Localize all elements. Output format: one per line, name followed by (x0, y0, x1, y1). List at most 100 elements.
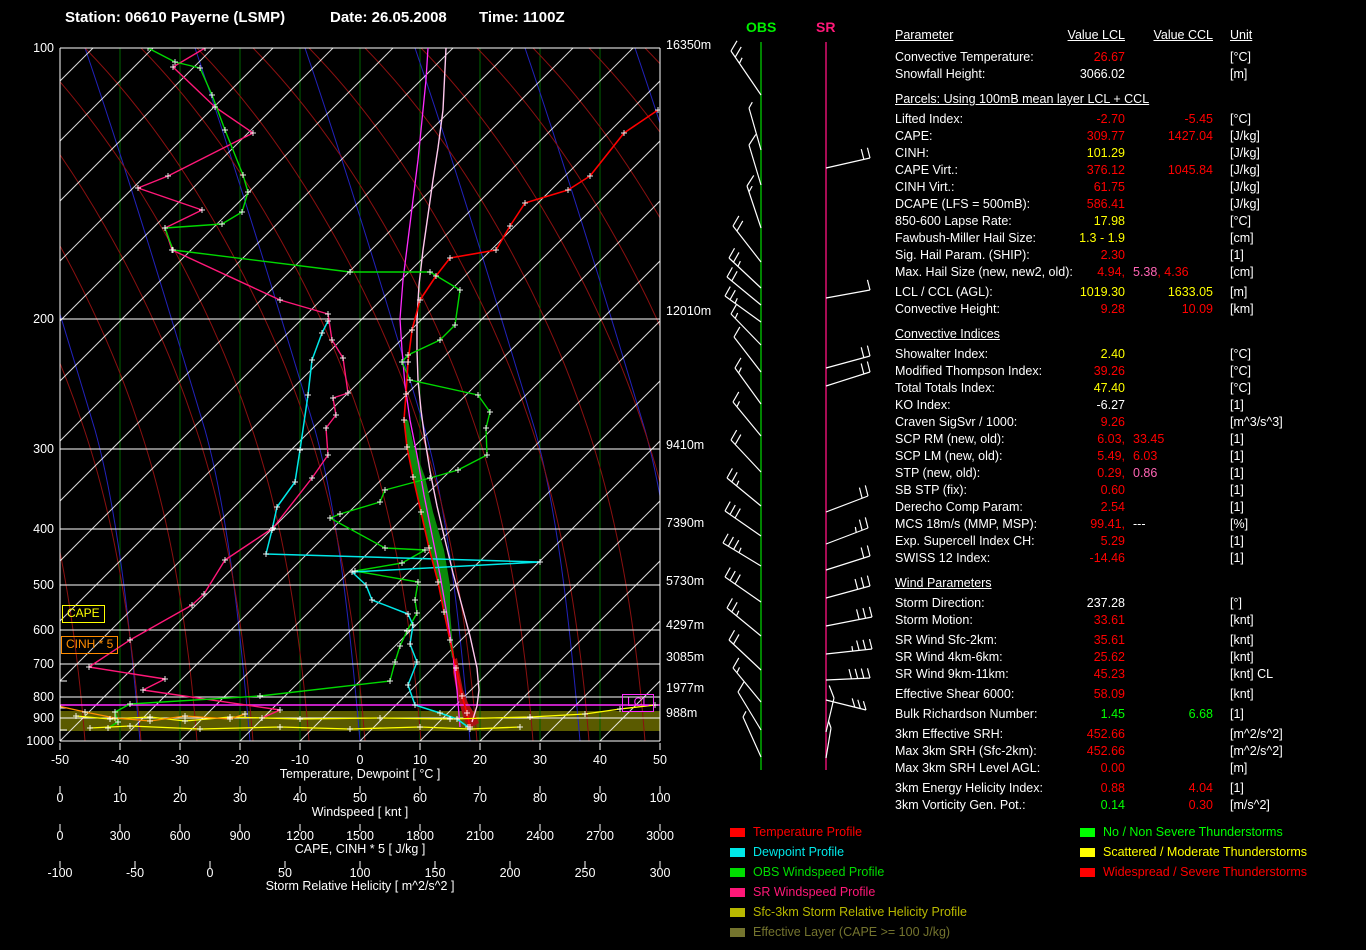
param-value-part: 2.40 (1101, 347, 1125, 361)
pressure-label: 1000 (26, 734, 54, 748)
dry-adiabat (85, 48, 365, 741)
pressure-label: 700 (33, 657, 54, 671)
axis-labels: 100200300400500600700800900100016350m120… (26, 38, 711, 893)
legend-label: OBS Windspeed Profile (753, 865, 884, 879)
wind-barb (826, 639, 872, 654)
param-value-lcl: 47.40 (1005, 381, 1125, 395)
param-unit: [knt] (1230, 613, 1254, 627)
param-value-lcl: 26.67 (1005, 50, 1125, 64)
param-value-extra: 5.38, 4.36 (1133, 265, 1189, 279)
wind-barb (826, 607, 872, 626)
windspeed-tick-label: 100 (650, 791, 671, 805)
param-value-lcl: 61.75 (1005, 180, 1125, 194)
param-value-lcl: 0.00 (1005, 761, 1125, 775)
param-label: CINH: (895, 146, 929, 160)
param-unit: [J/kg] (1230, 163, 1260, 177)
param-value-extra: 33.45 (1133, 432, 1164, 446)
param-label: Convective Indices (895, 327, 1000, 341)
height-label: 9410m (666, 438, 704, 452)
moist-adiabat (415, 48, 580, 741)
param-label: SR Wind Sfc-2km: (895, 633, 997, 647)
wind-barb (826, 485, 868, 512)
wind-barb (725, 568, 761, 602)
param-unit: [J/kg] (1230, 129, 1260, 143)
dry-adiabat (589, 48, 869, 741)
param-value-part: 101.29 (1087, 146, 1125, 160)
dry-adiabat (141, 48, 421, 741)
legend-label: Widespread / Severe Thunderstorms (1103, 865, 1307, 879)
legend-label: No / Non Severe Thunderstorms (1103, 825, 1283, 839)
param-value-part: 1633.05 (1168, 285, 1213, 299)
param-value-lcl: 45.23 (1005, 667, 1125, 681)
isotherm (180, 48, 873, 741)
param-value-lcl: 3066.02 (1005, 67, 1125, 81)
param-value-part: 39.26 (1094, 364, 1125, 378)
wind-barb-columns (723, 41, 872, 770)
param-unit: [knt] CL (1230, 667, 1273, 681)
param-value-ccl: 4.04 (1098, 781, 1213, 795)
param-value-part: 99.41, (1090, 517, 1125, 531)
legend-item: Effective Layer (CAPE >= 100 J/kg) (730, 925, 950, 939)
param-unit: [km] (1230, 302, 1254, 316)
param-value-lcl: 452.66 (1005, 744, 1125, 758)
param-unit: [1] (1230, 483, 1244, 497)
param-label: Showalter Index: (895, 347, 988, 361)
param-unit: [knt] (1230, 633, 1254, 647)
legend-item: Dewpoint Profile (730, 845, 844, 859)
windspeed-tick-label: 90 (593, 791, 607, 805)
param-unit: [1] (1230, 500, 1244, 514)
srh-tick-label: 100 (350, 866, 371, 880)
param-value-lcl: 4.94, (1005, 265, 1125, 279)
param-unit: [knt] (1230, 687, 1254, 701)
param-value-lcl: 35.61 (1005, 633, 1125, 647)
dry-adiabat (533, 48, 813, 741)
param-value-lcl: 39.26 (1005, 364, 1125, 378)
param-value-part: 586.41 (1087, 197, 1125, 211)
wind-barb (826, 576, 870, 598)
wind-barb (735, 358, 761, 404)
param-value-part: 5.29 (1101, 534, 1125, 548)
legend-swatch (730, 868, 745, 877)
temperature-axis-title: Temperature, Dewpoint [ °C ] (280, 767, 441, 781)
station-title: Station: 06610 Payerne (LSMP) (65, 9, 285, 26)
param-value-part: 1045.84 (1168, 163, 1213, 177)
param-value-part: -6.27 (1097, 398, 1126, 412)
col-header-unit: Unit (1230, 28, 1252, 42)
pressure-label: 400 (33, 522, 54, 536)
cape-tick-label: 1800 (406, 829, 434, 843)
param-value-lcl: 452.66 (1005, 727, 1125, 741)
param-value-lcl: 0.60 (1005, 483, 1125, 497)
param-label: Parcels: Using 100mB mean layer LCL + CC… (895, 92, 1149, 106)
temperature-tick-label: -20 (231, 753, 249, 767)
wind-barb (734, 327, 761, 372)
param-value-ccl: 1427.04 (1098, 129, 1213, 143)
param-value-part: 237.28 (1087, 596, 1125, 610)
param-value-ccl: 1045.84 (1098, 163, 1213, 177)
wind-barb (733, 658, 761, 702)
param-label: 850-600 Lapse Rate: (895, 214, 1012, 228)
series-obs-windspeed-profile (108, 48, 490, 728)
temperature-tick-label: -40 (111, 753, 129, 767)
param-value-part: -5.45 (1185, 112, 1214, 126)
param-value-part: 3066.02 (1080, 67, 1125, 81)
param-value-part: 0.29, (1097, 466, 1125, 480)
legend-swatch (730, 928, 745, 937)
pressure-label: 800 (33, 690, 54, 704)
srh-tick-label: 150 (425, 866, 446, 880)
param-value-lcl: 58.09 (1005, 687, 1125, 701)
srh-tick-label: -50 (126, 866, 144, 880)
param-value-lcl: 586.41 (1005, 197, 1125, 211)
param-label: Storm Motion: (895, 613, 973, 627)
wind-barb (725, 502, 761, 536)
param-value-extra: 6.03 (1133, 449, 1157, 463)
param-value-part: 10.09 (1182, 302, 1213, 316)
windspeed-tick-label: 20 (173, 791, 187, 805)
param-value-part: 4.36 (1164, 265, 1188, 279)
cape-tick-label: 600 (170, 829, 191, 843)
param-value-ccl: 0.30 (1098, 798, 1213, 812)
srh-tick-label: 200 (500, 866, 521, 880)
param-label: SCP RM (new, old): (895, 432, 1005, 446)
param-value-part: 17.98 (1094, 214, 1125, 228)
legend-label: Sfc-3km Storm Relative Helicity Profile (753, 905, 967, 919)
temperature-tick-label: 0 (357, 753, 364, 767)
